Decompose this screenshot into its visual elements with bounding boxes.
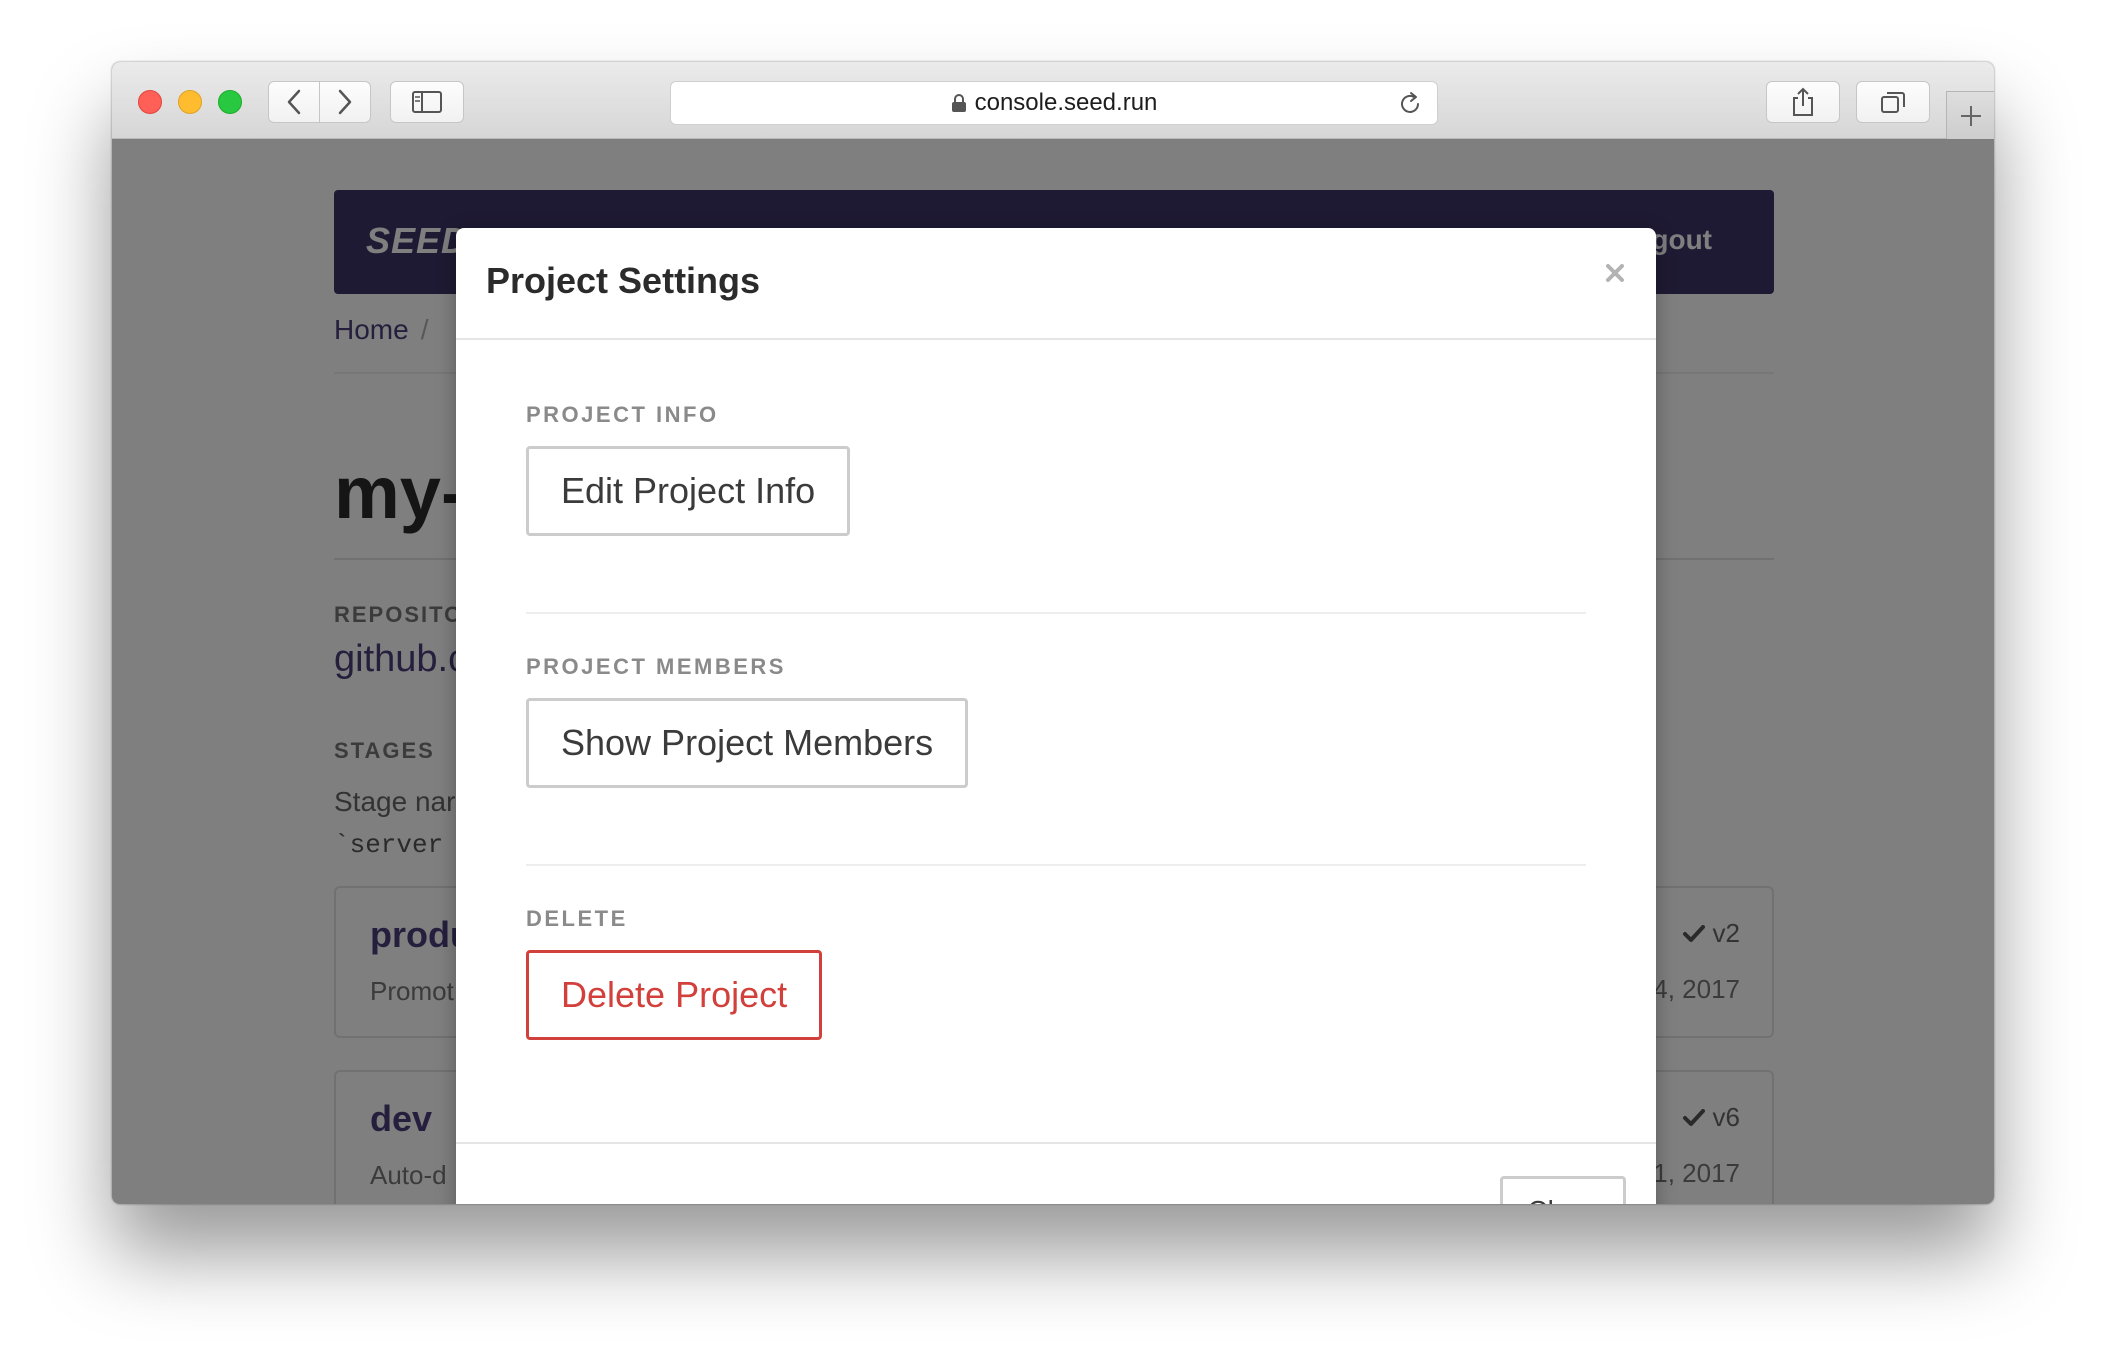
address-bar[interactable]: console.seed.run [670,81,1438,125]
forward-button[interactable] [319,81,371,123]
share-button[interactable] [1766,81,1840,123]
project-settings-modal: Project Settings PROJECT INFO Edit Proje… [456,228,1656,1204]
project-info-section: PROJECT INFO Edit Project Info [526,402,1586,536]
delete-project-button[interactable]: Delete Project [526,950,823,1040]
project-members-section: PROJECT MEMBERS Show Project Members [526,654,1586,788]
edit-project-info-button[interactable]: Edit Project Info [526,446,851,536]
sidebar-icon [412,91,442,113]
modal-close-button[interactable] [1600,258,1630,288]
delete-section: DELETE Delete Project [526,906,1586,1040]
tabs-icon [1881,92,1905,113]
close-icon [1606,264,1624,282]
zoom-window-button[interactable] [218,90,242,114]
browser-window: console.seed.run SEED Logout Home/ my- R… [112,62,1994,1204]
close-window-button[interactable] [138,90,162,114]
chevron-left-icon [287,89,301,115]
modal-footer: Close [456,1142,1656,1204]
plus-icon [1960,105,1981,126]
modal-title: Project Settings [486,260,761,301]
section-divider [526,612,1586,614]
sidebar-toggle-button[interactable] [390,81,464,123]
lock-icon [951,94,966,112]
project-members-label: PROJECT MEMBERS [526,654,786,679]
show-project-members-button[interactable]: Show Project Members [526,698,969,788]
section-divider [526,864,1586,866]
page-content: SEED Logout Home/ my- REPOSITO github.c … [112,140,1994,1204]
project-info-label: PROJECT INFO [526,402,719,427]
url-text: console.seed.run [974,89,1158,116]
close-button[interactable]: Close [1500,1176,1626,1204]
minimize-window-button[interactable] [178,90,202,114]
back-button[interactable] [268,81,320,123]
modal-header: Project Settings [456,228,1656,340]
delete-label: DELETE [526,906,628,931]
show-tabs-button[interactable] [1856,81,1930,123]
share-icon [1793,87,1813,116]
chevron-right-icon [338,89,352,115]
new-tab-button[interactable] [1946,91,1994,139]
browser-toolbar: console.seed.run [112,62,1994,139]
reload-icon[interactable] [1397,91,1423,117]
